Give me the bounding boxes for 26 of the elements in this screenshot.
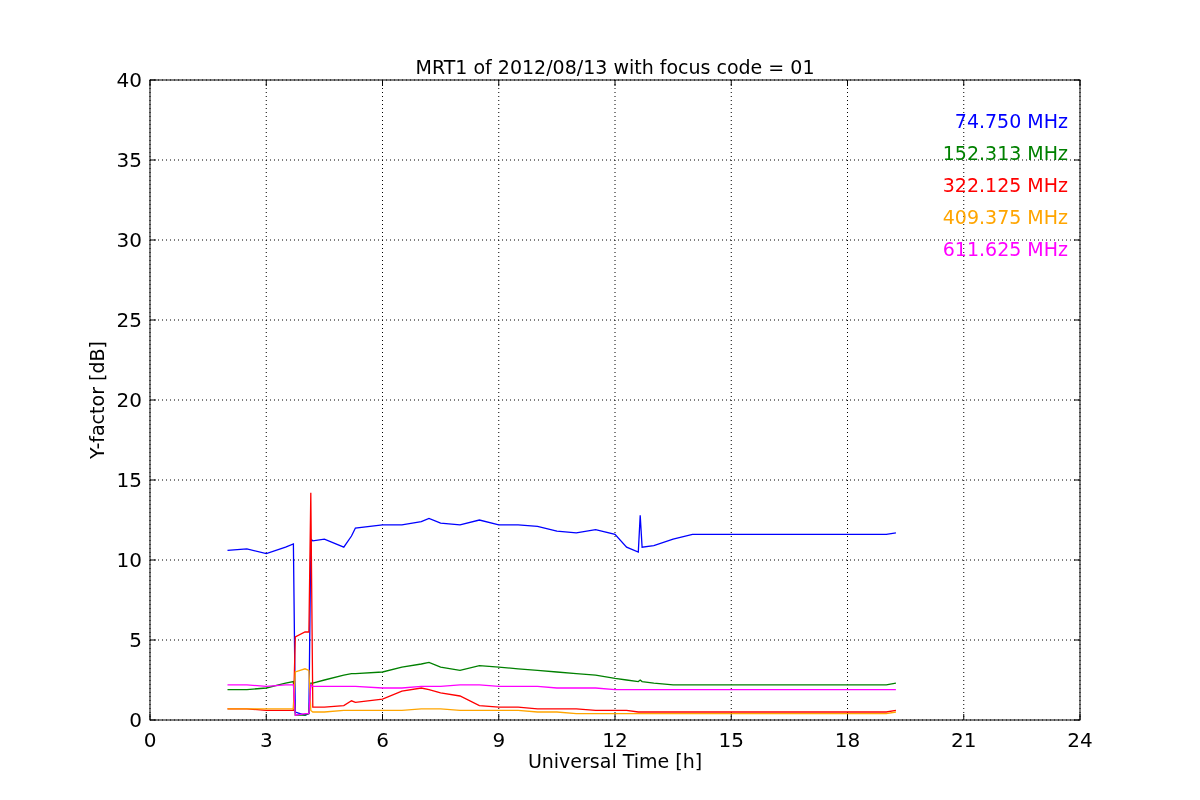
x-axis-label: Universal Time [h]: [527, 750, 703, 772]
y-tick-label: 20: [116, 388, 142, 412]
x-tick-label: 15: [718, 728, 744, 752]
y-axis-label: Y-factor [dB]: [86, 341, 108, 459]
y-tick-label: 5: [129, 628, 142, 652]
y-tick-label: 30: [116, 228, 142, 252]
x-tick-label: 3: [259, 728, 273, 752]
y-tick-label: 10: [116, 548, 142, 572]
series-label: 409.375 MHz: [942, 206, 1068, 228]
y-tick-label: 15: [116, 468, 142, 492]
x-tick-label: 18: [834, 728, 861, 752]
series-label: 322.125 MHz: [942, 174, 1068, 196]
series-label: 611.625 MHz: [942, 238, 1068, 260]
series-label: 74.750 MHz: [954, 110, 1068, 132]
series-label: 152.313 MHz: [942, 142, 1068, 164]
chart-title: MRT1 of 2012/08/13 with focus code = 01: [415, 56, 815, 78]
x-tick-label: 24: [1067, 728, 1093, 752]
x-tick-label: 0: [143, 728, 157, 752]
x-tick-label: 12: [602, 728, 628, 752]
y-tick-label: 25: [116, 308, 142, 332]
x-tick-label: 9: [492, 728, 506, 752]
x-tick-label: 6: [376, 728, 389, 752]
y-tick-label: 0: [129, 708, 142, 732]
y-tick-label: 35: [116, 148, 142, 172]
x-tick-label: 21: [951, 728, 977, 752]
y-tick-label: 40: [116, 68, 142, 92]
